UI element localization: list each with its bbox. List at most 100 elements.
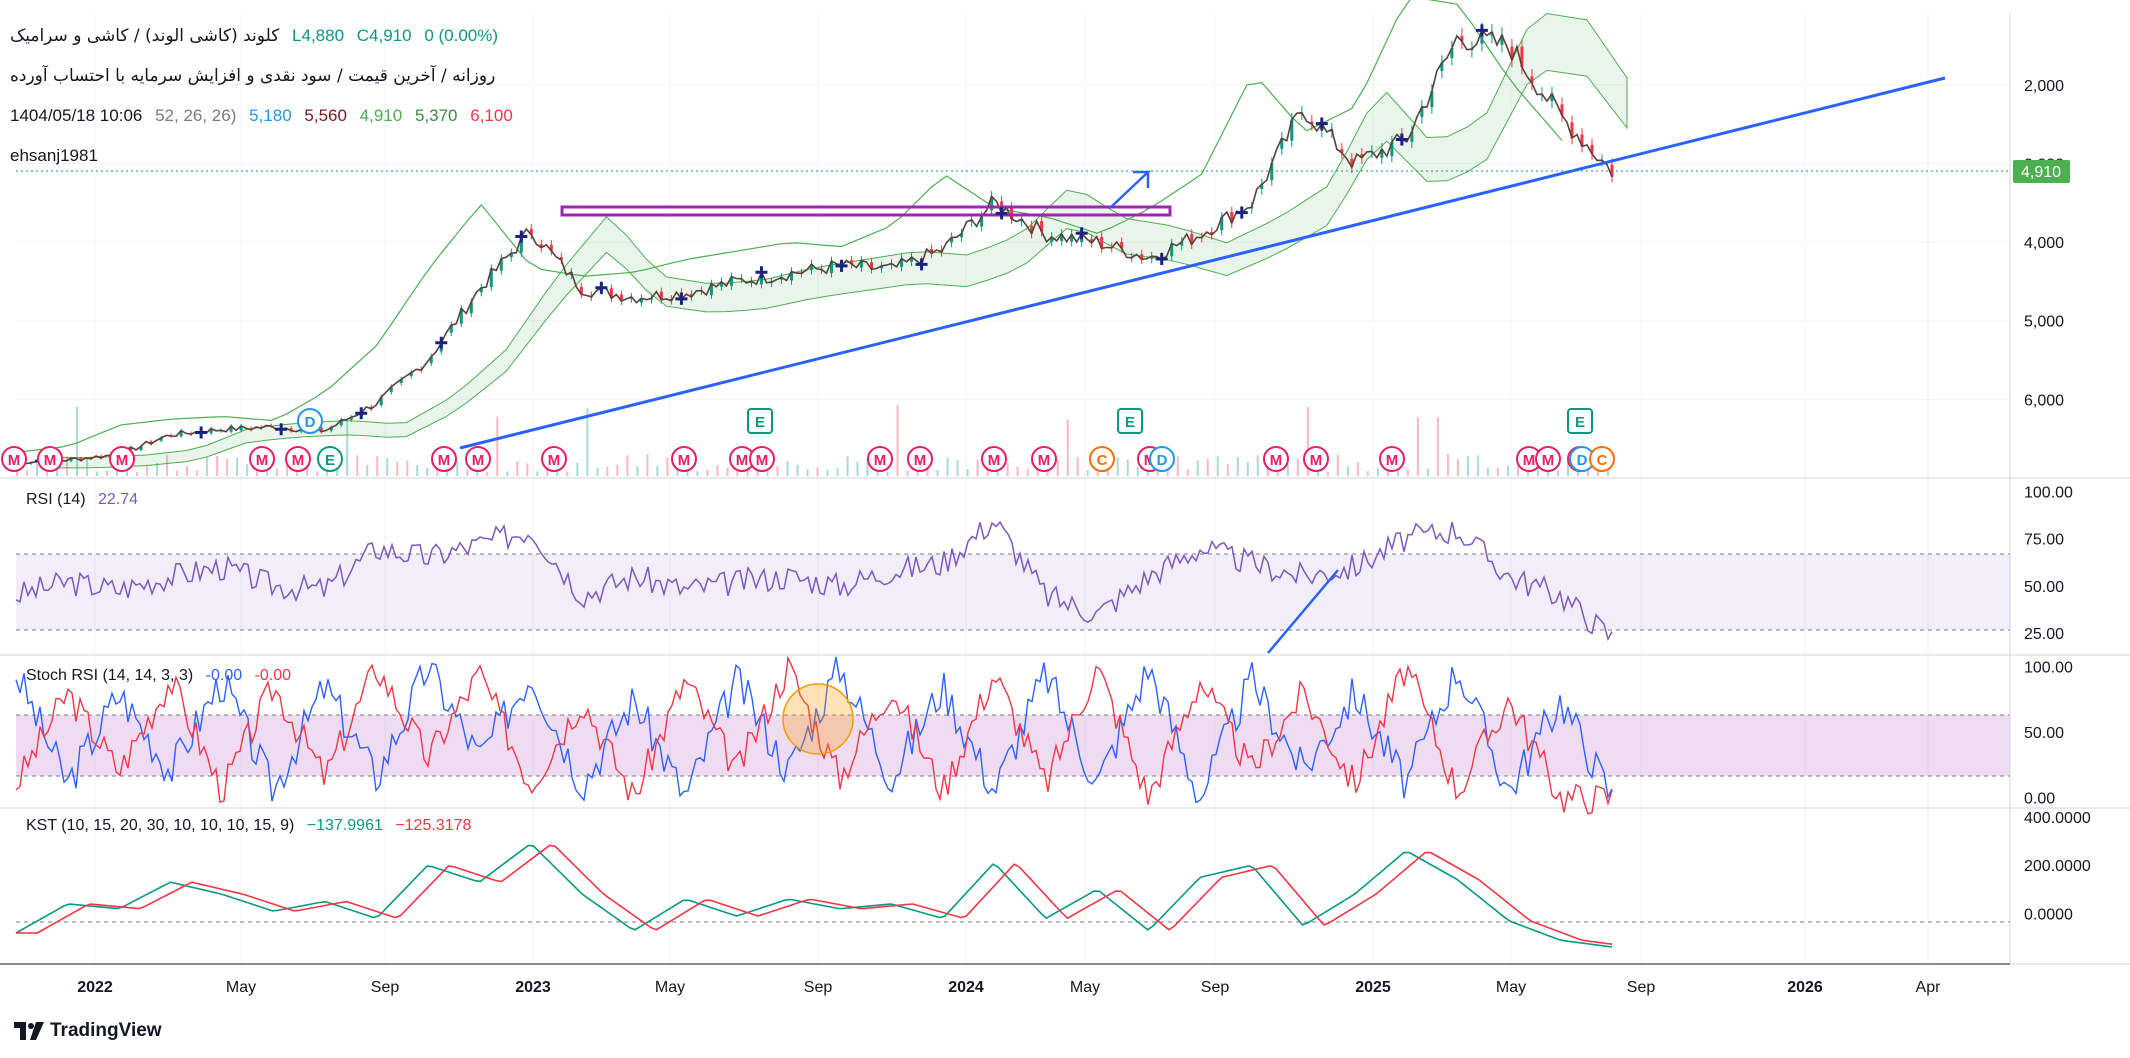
- volume-bar: [36, 463, 39, 476]
- volume-bar: [726, 467, 729, 476]
- rsi-tick-label: 25.00: [2024, 626, 2064, 643]
- event-marker-label: M: [116, 452, 129, 469]
- event-marker-label: M: [736, 452, 749, 469]
- volume-bar: [1336, 454, 1339, 476]
- volume-bar: [1196, 460, 1199, 476]
- volume-bar: [1256, 455, 1259, 476]
- volume-bar: [706, 469, 709, 476]
- ichimoku-lead-b: 6,100: [470, 106, 513, 125]
- event-marker-label: C: [1597, 452, 1608, 469]
- symbol-header: کلوند (کاشی الوند) / کاشی و سرامیک L4,88…: [10, 26, 498, 46]
- volume-bar: [1216, 456, 1219, 476]
- price-change: 0 (0.00%): [424, 26, 499, 45]
- stoch-d-value: -0.00: [254, 667, 292, 684]
- volume-bar: [176, 470, 179, 476]
- volume-bar: [456, 460, 459, 476]
- event-marker-label: M: [8, 452, 21, 469]
- volume-bar: [466, 470, 469, 476]
- volume-bar: [1126, 459, 1129, 476]
- stoch-tick-label: 0.00: [2024, 790, 2055, 807]
- volume-bar: [356, 455, 359, 476]
- rsi-legend[interactable]: RSI (14) 22.74: [26, 491, 138, 509]
- price-candles: [19, 22, 1614, 466]
- event-marker-label: E: [755, 414, 765, 431]
- volume-bar: [1466, 456, 1469, 476]
- event-marker-label: M: [988, 452, 1001, 469]
- volume-bar: [696, 471, 699, 476]
- volume-bar: [1016, 466, 1019, 476]
- plus-marker: [1315, 117, 1328, 130]
- volume-bar: [936, 469, 939, 476]
- trend-line[interactable]: [459, 76, 1946, 450]
- price-tick-label: 6,000: [2024, 392, 2064, 409]
- plus-marker: [195, 426, 208, 439]
- volume-bar: [246, 464, 249, 476]
- ichimoku-lead-a: 5,370: [414, 106, 458, 125]
- time-tick-label: 2026: [1787, 979, 1823, 996]
- kst-legend[interactable]: KST (10, 15, 20, 30, 10, 10, 10, 15, 9) …: [26, 817, 471, 835]
- volume-bar: [196, 470, 199, 476]
- volume-bar: [506, 471, 509, 476]
- ohlc-close: C4,910: [356, 26, 412, 45]
- volume-bar: [656, 465, 659, 476]
- volume-bar: [1356, 462, 1359, 476]
- volume-bar: [366, 465, 369, 476]
- stoch-k-value: -0.00: [205, 667, 243, 684]
- volume-bar: [1556, 470, 1559, 476]
- ichimoku-base: 5,560: [304, 106, 347, 125]
- volume-bar: [1206, 458, 1209, 476]
- event-marker-label: M: [1310, 452, 1323, 469]
- chart-canvas[interactable]: MMMMMEMMMMMMMMMMCMDMMMMMMDCDEEE 6,0005,0…: [0, 0, 2130, 1058]
- volume-bar: [966, 469, 969, 476]
- time-tick-label: Sep: [804, 979, 833, 996]
- volume-bar: [636, 466, 639, 476]
- time-tick-label: 2022: [77, 979, 113, 996]
- volume-bar: [826, 469, 829, 476]
- kst-axis: 400.0000 200.0000 0.0000: [2024, 810, 2091, 924]
- event-marker-label: M: [1386, 452, 1399, 469]
- volume-bar: [1136, 467, 1139, 476]
- volume-bar: [136, 471, 139, 476]
- volume-bar: [1086, 469, 1089, 476]
- volume-bar: [106, 470, 109, 476]
- time-tick-label: Sep: [371, 979, 400, 996]
- ichimoku-lagging: 4,910: [359, 106, 403, 125]
- volume-bar: [206, 457, 209, 476]
- stoch-legend[interactable]: Stoch RSI (14, 14, 3, 3) -0.00 -0.00: [26, 667, 291, 685]
- symbol-name[interactable]: کلوند (کاشی الوند) / کاشی و سرامیک: [10, 26, 279, 46]
- time-tick-label: May: [1070, 979, 1100, 996]
- stoch-band: [16, 715, 2010, 776]
- rsi-value: 22.74: [98, 491, 139, 508]
- rsi-band: [16, 554, 2010, 630]
- volume-bar: [596, 467, 599, 476]
- ohlc-low: L4,880: [292, 26, 345, 45]
- volume-bar: [606, 466, 609, 476]
- volume-bar: [1366, 471, 1369, 476]
- event-marker-label: E: [325, 452, 335, 469]
- volume-bar: [426, 467, 429, 476]
- volume-bar: [1056, 460, 1059, 476]
- volume-bar: [1026, 468, 1029, 476]
- highlight-circle[interactable]: [782, 683, 854, 755]
- volume-bar: [376, 456, 379, 476]
- arrow-drawing[interactable]: [1109, 170, 1152, 209]
- time-tick-label: May: [655, 979, 685, 996]
- event-marker-label: E: [1575, 414, 1585, 431]
- volume-bar: [1186, 469, 1189, 476]
- volume-bar: [516, 461, 519, 476]
- volume-bar: [1346, 466, 1349, 476]
- time-tick-label: 2023: [515, 979, 551, 996]
- kst-signal-value: −125.3178: [395, 817, 472, 834]
- tradingview-brand[interactable]: TradingView: [14, 1020, 162, 1042]
- volume-bar: [1456, 459, 1459, 476]
- time-tick-label: Sep: [1201, 979, 1230, 996]
- volume-bar: [1076, 457, 1079, 476]
- volume-bar: [1006, 462, 1009, 476]
- volume-bar: [1506, 466, 1509, 476]
- volume-bar: [1416, 417, 1419, 476]
- event-marker-label: M: [472, 452, 485, 469]
- brand-name: TradingView: [50, 1020, 162, 1041]
- volume-bar: [526, 463, 529, 476]
- price-tick-label: 5,000: [2024, 314, 2064, 331]
- author-label: ehsanj1981: [10, 146, 98, 165]
